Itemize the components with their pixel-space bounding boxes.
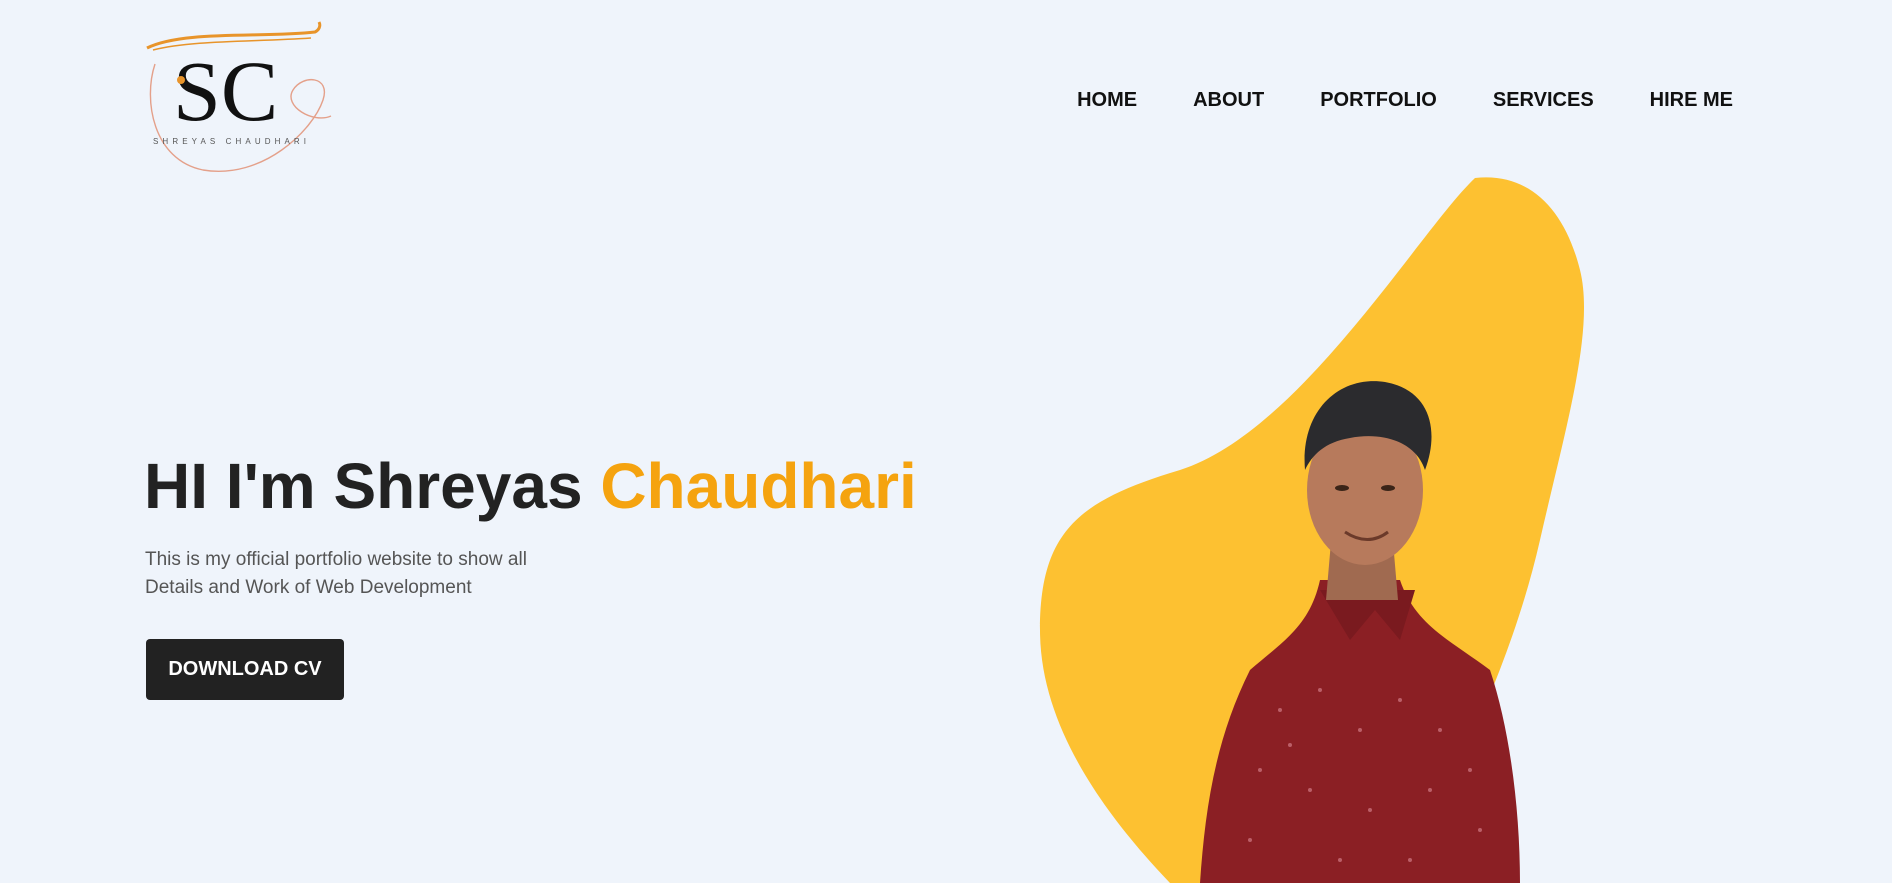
hero-description: This is my official portfolio website to… <box>145 546 585 602</box>
site-header: SC SHREYAS CHAUDHARI HOME ABOUT PORTFOLI… <box>0 0 1892 180</box>
hero-art <box>1020 170 1720 883</box>
hero-title-prefix: HI I'm Shreyas <box>144 450 601 522</box>
nav-home[interactable]: HOME <box>1077 86 1137 114</box>
sc-monogram-logo-icon: SC <box>146 21 332 172</box>
nav-portfolio[interactable]: PORTFOLIO <box>1320 86 1437 114</box>
main-nav: HOME ABOUT PORTFOLIO SERVICES HIRE ME <box>1021 86 1733 114</box>
download-cv-button[interactable]: DOWNLOAD CV <box>146 639 344 700</box>
hero-title-accent: Chaudhari <box>600 450 917 522</box>
svg-text:SC: SC <box>173 43 278 139</box>
profile-photo-icon <box>1040 177 1585 883</box>
hero-description-line-1: This is my official portfolio website to… <box>145 549 527 570</box>
hero-description-line-2: Details and Work of Web Development <box>145 577 472 598</box>
logo-caption: SHREYAS CHAUDHARI <box>153 137 311 146</box>
site-logo[interactable]: SC SHREYAS CHAUDHARI <box>143 20 343 180</box>
nav-services[interactable]: SERVICES <box>1493 86 1594 114</box>
nav-hire-me[interactable]: HIRE ME <box>1650 86 1733 114</box>
hero-title: HI I'm Shreyas Chaudhari <box>144 448 917 524</box>
nav-about[interactable]: ABOUT <box>1193 86 1264 114</box>
